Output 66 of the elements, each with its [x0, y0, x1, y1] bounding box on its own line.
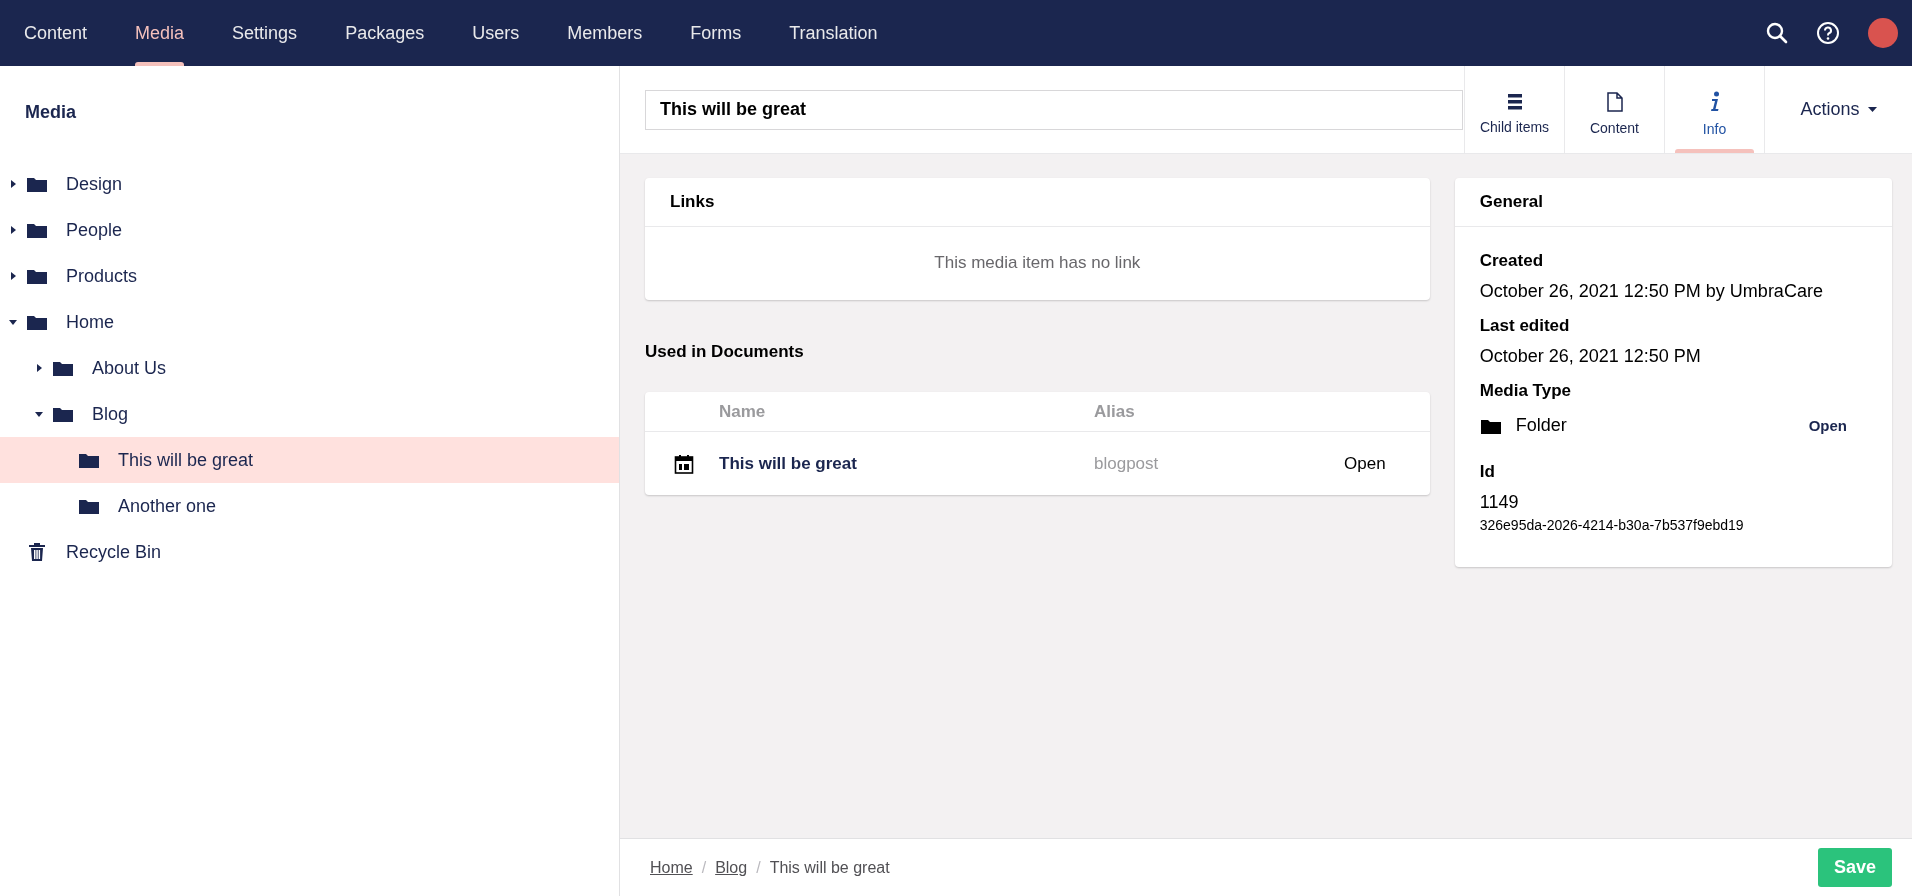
section-title: Used in Documents	[645, 342, 805, 362]
card-title: General	[1454, 178, 1892, 227]
tree-item[interactable]: Another one	[0, 483, 619, 529]
folder-icon	[78, 451, 100, 469]
table-cell-text: blogpost	[1094, 453, 1160, 474]
name-field[interactable]: This will be great	[645, 89, 1463, 130]
guid-text: 326e95da-2026-4214-b30a-7b537f9ebd19	[1479, 517, 1745, 533]
breadcrumb-separator: /	[756, 858, 761, 877]
folder-icon	[26, 267, 48, 285]
tree-item[interactable]: Blog	[0, 391, 619, 437]
section-tab[interactable]: Media	[111, 0, 209, 66]
info-icon	[1708, 90, 1721, 113]
section-tab[interactable]: Forms	[666, 0, 766, 66]
breadcrumb-link[interactable]: Blog	[715, 858, 748, 877]
caret-icon[interactable]	[8, 317, 18, 327]
card-title: Links	[645, 178, 1430, 227]
caret-icon[interactable]	[8, 179, 18, 189]
caret-icon	[1867, 106, 1877, 113]
caret-icon[interactable]	[34, 409, 44, 419]
open-link[interactable]: Open	[1808, 417, 1847, 434]
tree-item[interactable]: This will be great	[0, 437, 619, 483]
calendar-icon	[674, 453, 694, 474]
caret-icon[interactable]	[34, 363, 44, 373]
list-icon	[1507, 92, 1522, 111]
tree-item[interactable]: Design	[0, 161, 619, 207]
field-label: Created	[1479, 251, 1545, 271]
empty-message: This media item has no link	[933, 252, 1142, 274]
section-tab[interactable]: Settings	[208, 0, 322, 66]
field-value: 1149	[1479, 492, 1520, 513]
search-icon[interactable]	[1766, 22, 1788, 44]
folder-icon	[78, 497, 100, 515]
tree-item[interactable]: Home	[0, 299, 619, 345]
field-label: Id	[1479, 462, 1496, 482]
sidebar-title: Media	[24, 101, 77, 124]
caret-icon[interactable]	[8, 225, 18, 235]
section-tab[interactable]: Members	[543, 0, 667, 66]
folder-icon	[26, 221, 48, 239]
tree-item[interactable]: About Us	[0, 345, 619, 391]
document-name-link[interactable]: This will be great	[719, 453, 1094, 474]
document-icon	[1606, 91, 1623, 112]
folder-icon	[26, 175, 48, 193]
field-value: October 26, 2021 12:50 PM by UmbraCare	[1479, 281, 1824, 302]
folder-icon	[52, 359, 74, 377]
section-tab[interactable]: Content	[0, 0, 112, 66]
column-header: Alias	[1094, 401, 1136, 422]
folder-icon	[26, 313, 48, 331]
breadcrumb-current: This will be great	[769, 858, 890, 877]
tree-item[interactable]: People	[0, 207, 619, 253]
section-tab[interactable]: Packages	[321, 0, 449, 66]
trash-icon	[26, 542, 48, 562]
field-value: October 26, 2021 12:50 PM	[1479, 346, 1702, 367]
tree-item[interactable]: Products	[0, 253, 619, 299]
folder-icon	[52, 405, 74, 423]
breadcrumb-separator: /	[701, 858, 707, 877]
field-label: Last edited	[1479, 316, 1571, 336]
help-icon[interactable]	[1816, 21, 1840, 45]
column-header: Name	[719, 401, 767, 422]
field-value: Folder	[1515, 415, 1567, 436]
user-avatar[interactable]	[1868, 18, 1898, 48]
caret-icon[interactable]	[8, 271, 18, 281]
section-tab[interactable]: Translation	[765, 0, 902, 66]
field-label: Media Type	[1479, 381, 1573, 401]
tree-item[interactable]: Recycle Bin	[0, 529, 619, 575]
breadcrumb-link[interactable]: Home	[650, 858, 693, 877]
open-link[interactable]: Open	[1344, 453, 1386, 474]
section-tab[interactable]: Users	[448, 0, 544, 66]
